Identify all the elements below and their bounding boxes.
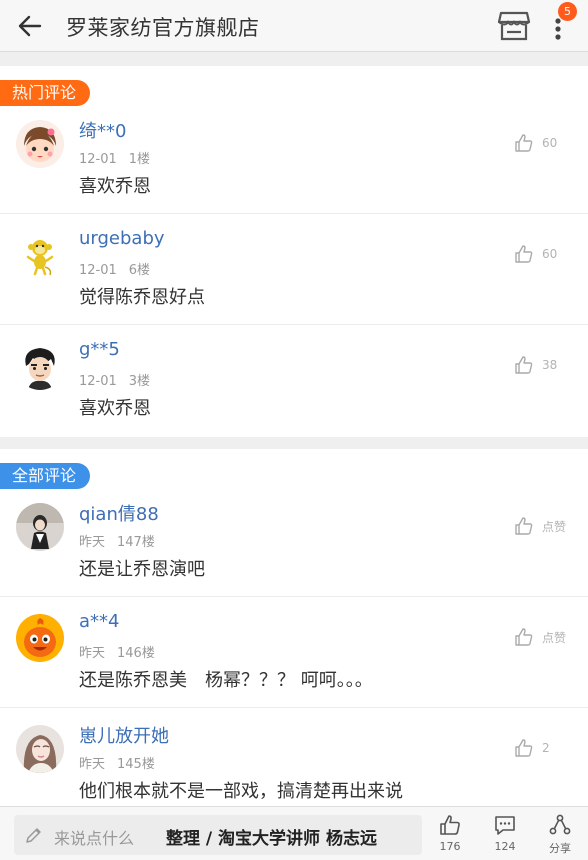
user-avatar[interactable] bbox=[16, 120, 64, 168]
comment-floor: 3楼 bbox=[128, 374, 151, 389]
like-label: 点赞 bbox=[542, 630, 567, 645]
share-button[interactable]: 分享 bbox=[540, 813, 580, 857]
girl-avatar-icon bbox=[16, 120, 64, 168]
username-link[interactable]: 绮**0 bbox=[79, 117, 126, 143]
thumbs-up-icon bbox=[440, 815, 460, 835]
store-icon bbox=[497, 11, 531, 41]
comment-item[interactable]: 崽儿放开她 昨天 145楼 他们根本就不是一部戏，搞清楚再出来说 2 bbox=[0, 709, 588, 806]
hot-comments-tag: 热门评论 bbox=[0, 80, 91, 106]
comment-meta: 昨天 145楼 bbox=[79, 753, 155, 772]
like-button[interactable]: 点赞 bbox=[514, 515, 566, 537]
thumbs-up-icon bbox=[515, 739, 533, 757]
like-button[interactable]: 点赞 bbox=[514, 626, 566, 648]
comment-input-placeholder: 来说点什么 bbox=[54, 829, 135, 848]
monkey-avatar-icon bbox=[16, 231, 64, 279]
like-count: 60 bbox=[542, 136, 558, 150]
thumbs-up-icon bbox=[515, 134, 533, 152]
orange-mascot-avatar-icon bbox=[16, 614, 64, 662]
comment-item[interactable]: qian倩88 昨天 147楼 还是让乔恩演吧 点赞 bbox=[0, 487, 588, 597]
all-comments-section: 全部评论 qian倩88 昨天 147楼 还是让乔恩演吧 点赞 a**4 昨天 … bbox=[0, 449, 588, 806]
comment-meta: 昨天 147楼 bbox=[79, 531, 155, 550]
cartoon-boy-avatar-icon bbox=[16, 342, 64, 390]
username-link[interactable]: 崽儿放开她 bbox=[79, 722, 169, 748]
comment-floor: 6楼 bbox=[128, 263, 151, 278]
comment-floor: 147楼 bbox=[117, 535, 155, 550]
like-total-count: 176 bbox=[439, 840, 461, 853]
hot-comments-section: 热门评论 绮**0 12-01 1楼 喜欢乔恩 60 urgebaby 12-0… bbox=[0, 66, 588, 437]
comment-item[interactable]: a**4 昨天 146楼 还是陈乔恩美 杨幂？？？ 呵呵。。。 点赞 bbox=[0, 598, 588, 708]
top-bar: 罗莱家纺官方旗舰店 5 bbox=[0, 0, 588, 52]
like-button[interactable]: 38 bbox=[514, 354, 557, 376]
username-link[interactable]: g**5 bbox=[79, 339, 120, 360]
share-icon bbox=[549, 814, 571, 835]
thumbs-up-icon bbox=[515, 628, 533, 646]
user-avatar[interactable] bbox=[16, 342, 64, 390]
like-count: 38 bbox=[542, 358, 558, 372]
comment-text: 喜欢乔恩 bbox=[79, 398, 151, 419]
like-count: 2 bbox=[542, 741, 550, 755]
comment-text: 还是陈乔恩美 杨幂？？？ 呵呵。。。 bbox=[79, 670, 373, 691]
like-total-button[interactable]: 176 bbox=[430, 813, 470, 857]
comment-item[interactable]: g**5 12-01 3楼 喜欢乔恩 38 bbox=[0, 326, 588, 436]
comment-date: 12-01 bbox=[79, 263, 117, 278]
comment-meta: 12-01 6楼 bbox=[79, 259, 150, 278]
user-avatar[interactable] bbox=[16, 503, 64, 551]
comment-floor: 146楼 bbox=[117, 646, 155, 661]
photo-avatar-icon bbox=[16, 503, 64, 551]
username-link[interactable]: qian倩88 bbox=[79, 500, 159, 526]
comment-date: 昨天 bbox=[79, 535, 106, 550]
like-count: 60 bbox=[542, 247, 558, 261]
user-avatar[interactable] bbox=[16, 231, 64, 279]
comment-meta: 12-01 3楼 bbox=[79, 370, 150, 389]
thumbs-up-icon bbox=[515, 517, 533, 535]
shop-button[interactable] bbox=[496, 9, 532, 43]
user-avatar[interactable] bbox=[16, 614, 64, 662]
pencil-icon bbox=[26, 828, 41, 843]
comment-text: 还是让乔恩演吧 bbox=[79, 559, 205, 580]
comment-meta: 12-01 1楼 bbox=[79, 148, 150, 167]
like-button[interactable]: 2 bbox=[514, 737, 550, 759]
comment-bubble-icon bbox=[495, 816, 515, 835]
username-link[interactable]: urgebaby bbox=[79, 228, 165, 249]
like-button[interactable]: 60 bbox=[514, 243, 557, 265]
comment-floor: 1楼 bbox=[128, 152, 151, 167]
comment-date: 12-01 bbox=[79, 374, 117, 389]
all-comments-tag: 全部评论 bbox=[0, 463, 91, 489]
comment-date: 昨天 bbox=[79, 757, 106, 772]
woman-photo-avatar-icon bbox=[16, 725, 64, 773]
notification-badge: 5 bbox=[558, 2, 577, 21]
username-link[interactable]: a**4 bbox=[79, 611, 119, 632]
comment-date: 昨天 bbox=[79, 646, 106, 661]
page-title: 罗莱家纺官方旗舰店 bbox=[66, 16, 260, 40]
comment-text: 他们根本就不是一部戏，搞清楚再出来说 bbox=[79, 781, 403, 802]
like-label: 点赞 bbox=[542, 519, 567, 534]
comment-text: 觉得陈乔恩好点 bbox=[79, 287, 205, 308]
user-avatar[interactable] bbox=[16, 725, 64, 773]
comment-meta: 昨天 146楼 bbox=[79, 642, 155, 661]
comment-floor: 145楼 bbox=[117, 757, 155, 772]
comment-date: 12-01 bbox=[79, 152, 117, 167]
back-arrow-icon bbox=[18, 15, 42, 37]
watermark-text: 整理 / 淘宝大学讲师 杨志远 bbox=[166, 829, 377, 849]
comment-item[interactable]: 绮**0 12-01 1楼 喜欢乔恩 60 bbox=[0, 104, 588, 214]
comment-input[interactable]: 来说点什么 整理 / 淘宝大学讲师 杨志远 bbox=[14, 815, 422, 855]
comment-text: 喜欢乔恩 bbox=[79, 176, 151, 197]
thumbs-up-icon bbox=[515, 245, 533, 263]
thumbs-up-icon bbox=[515, 356, 533, 374]
share-label: 分享 bbox=[549, 842, 571, 855]
like-button[interactable]: 60 bbox=[514, 132, 557, 154]
comment-item[interactable]: urgebaby 12-01 6楼 觉得陈乔恩好点 60 bbox=[0, 215, 588, 325]
bottom-bar: 来说点什么 整理 / 淘宝大学讲师 杨志远 176 124 分享 bbox=[0, 806, 588, 860]
comment-total-count: 124 bbox=[494, 840, 516, 853]
comments-button[interactable]: 124 bbox=[485, 813, 525, 857]
back-button[interactable] bbox=[14, 10, 46, 42]
